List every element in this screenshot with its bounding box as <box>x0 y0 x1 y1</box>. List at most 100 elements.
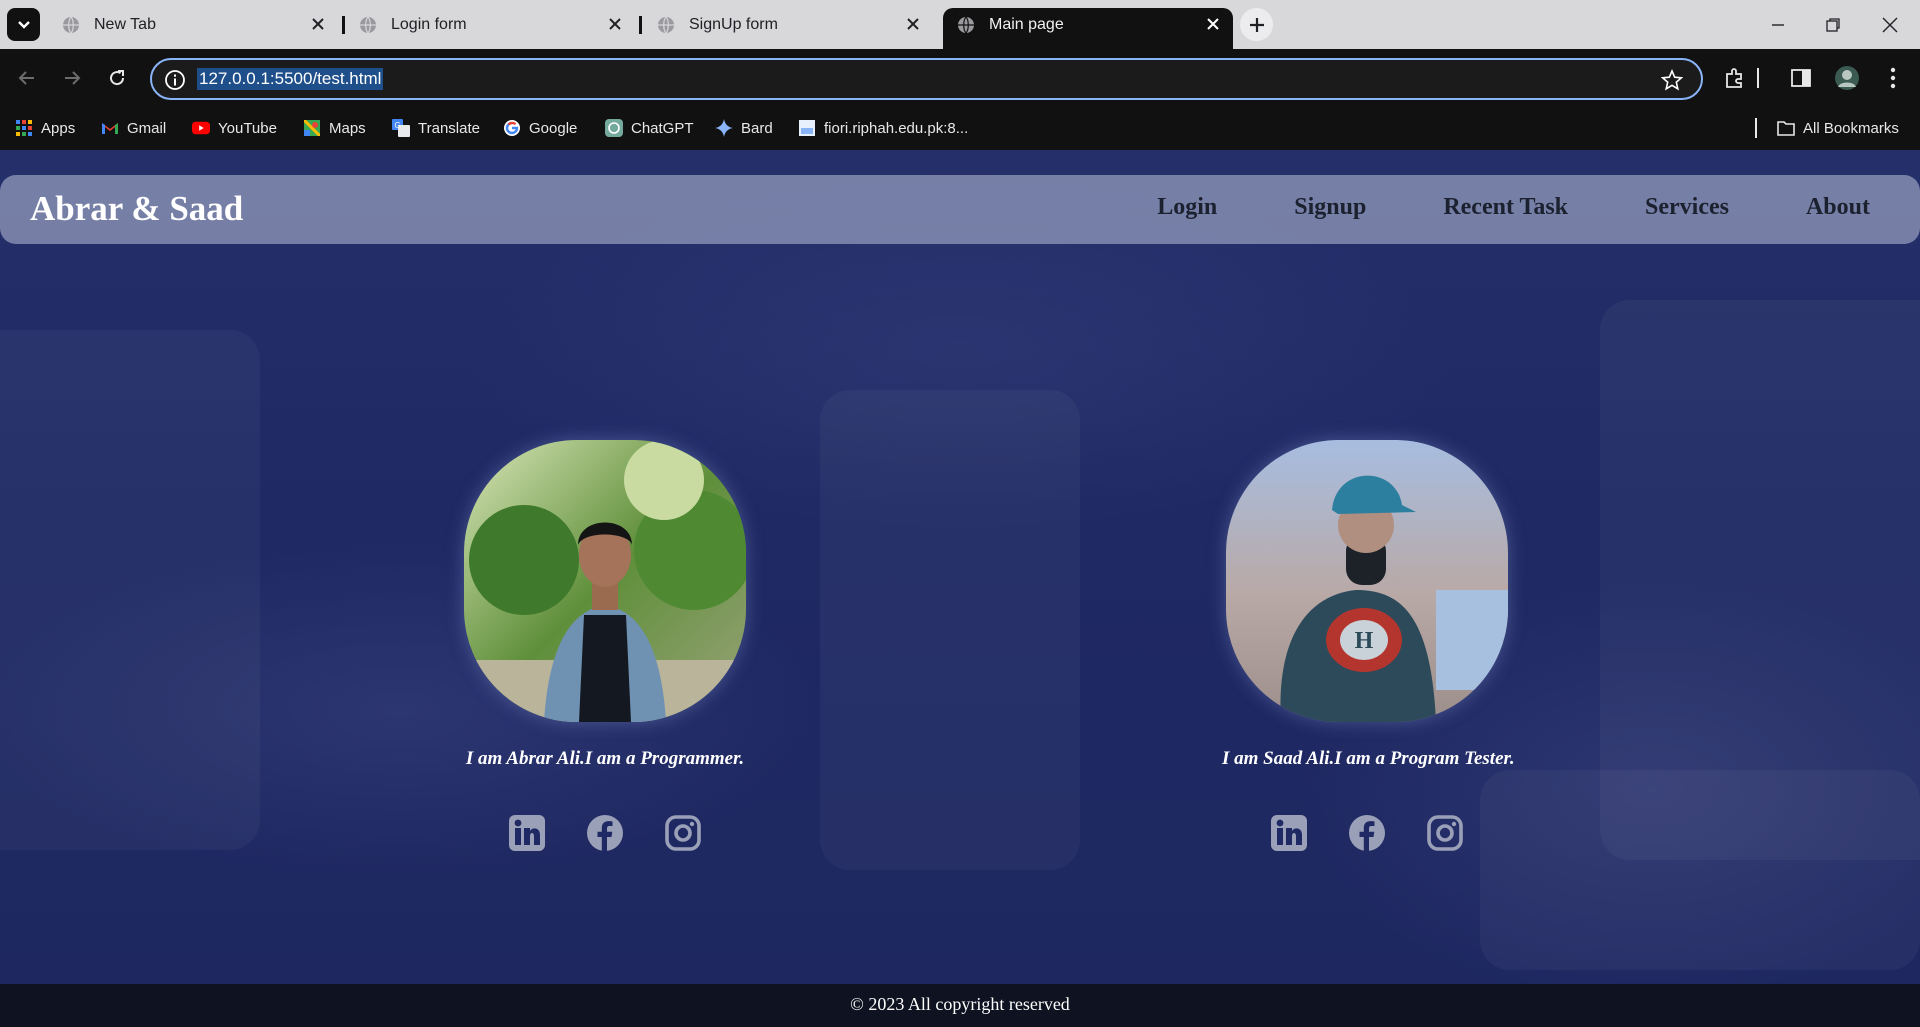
bookmark-label: Maps <box>329 119 366 137</box>
bookmark-chatgpt[interactable]: ChatGPT <box>605 116 694 140</box>
nav-services-link[interactable]: Services <box>1645 194 1729 221</box>
restore-icon <box>1826 17 1840 32</box>
profile-avatar[interactable] <box>1834 65 1860 91</box>
background-image-decoration <box>820 390 1080 870</box>
bookmark-gmail[interactable]: Gmail <box>101 116 166 140</box>
tab-login-form[interactable]: Login form <box>345 8 635 41</box>
bookmark-label: Bard <box>741 119 773 137</box>
svg-text:H: H <box>1355 628 1374 654</box>
bookmark-translate[interactable]: G Translate <box>392 116 480 140</box>
reload-button[interactable] <box>101 62 133 94</box>
bookmark-fiori[interactable]: fiori.riphah.edu.pk:8... <box>798 116 968 140</box>
globe-icon <box>359 16 377 34</box>
site-info-icon[interactable] <box>164 69 186 91</box>
translate-icon: G <box>392 119 410 137</box>
bookmark-apps[interactable]: Apps <box>15 116 75 140</box>
all-bookmarks-label: All Bookmarks <box>1803 119 1899 137</box>
copyright-text: © 2023 All copyright reserved <box>850 994 1070 1014</box>
bookmark-maps[interactable]: Maps <box>303 116 366 140</box>
bookmarks-divider <box>1755 116 1757 140</box>
bookmark-youtube[interactable]: YouTube <box>192 116 277 140</box>
tab-signup-form[interactable]: SignUp form <box>643 8 933 41</box>
reload-icon <box>110 70 125 86</box>
tab-title: New Tab <box>94 15 156 33</box>
url-text[interactable]: 127.0.0.1:5500/test.html <box>197 68 384 90</box>
extensions-icon[interactable] <box>1722 65 1748 91</box>
site-brand[interactable]: Abrar & Saad <box>30 189 243 229</box>
tab-title: SignUp form <box>689 15 778 33</box>
side-panel-icon[interactable] <box>1788 65 1814 91</box>
nav-about-link[interactable]: About <box>1806 194 1870 221</box>
tab-divider <box>639 16 642 34</box>
kebab-menu-icon[interactable] <box>1880 65 1906 91</box>
address-bar[interactable]: 127.0.0.1:5500/test.html <box>150 58 1703 100</box>
bookmark-label: Gmail <box>127 119 167 137</box>
close-window-button[interactable] <box>1870 8 1910 41</box>
profile-caption: I am Saad Ali.I am a Program Tester. <box>1222 748 1515 769</box>
chatgpt-icon <box>605 119 623 137</box>
close-icon[interactable] <box>903 14 923 34</box>
tab-new-tab[interactable]: New Tab <box>48 8 338 41</box>
toolbar-divider <box>1756 65 1760 91</box>
bookmark-label: ChatGPT <box>631 119 694 137</box>
close-icon <box>1882 17 1898 32</box>
profile-caption: I am Abrar Ali.I am a Programmer. <box>465 748 745 769</box>
nav-links: Login Signup Recent Task Services About <box>1080 194 1870 221</box>
nav-login-link[interactable]: Login <box>1157 194 1217 221</box>
minimize-icon <box>1772 23 1784 26</box>
bookmark-star-icon[interactable] <box>1660 68 1684 91</box>
linkedin-icon[interactable] <box>508 814 546 852</box>
new-tab-button[interactable] <box>1240 8 1273 41</box>
bookmark-label: Apps <box>41 119 76 137</box>
profile-card-saad: H I am Saad Ali.I am a Program Tester. <box>1222 440 1515 852</box>
tab-main-page[interactable]: Main page <box>943 8 1233 49</box>
close-icon[interactable] <box>605 14 625 34</box>
instagram-icon[interactable] <box>1426 814 1464 852</box>
background-image-decoration <box>1480 770 1920 970</box>
bookmark-google[interactable]: Google <box>503 116 577 140</box>
globe-icon <box>657 16 675 34</box>
bookmark-label: Google <box>529 119 578 137</box>
close-icon[interactable] <box>308 14 328 34</box>
back-button[interactable] <box>11 62 43 94</box>
linkedin-icon[interactable] <box>1270 814 1308 852</box>
globe-icon <box>957 16 975 34</box>
minimize-button[interactable] <box>1758 8 1798 41</box>
tab-strip: New Tab Login form SignUp form Main page <box>0 0 1920 49</box>
google-icon <box>503 119 521 137</box>
site-navbar: Abrar & Saad Login Signup Recent Task Se… <box>0 175 1920 244</box>
chevron-down-icon <box>17 20 30 29</box>
social-links <box>1222 814 1512 852</box>
restore-button[interactable] <box>1813 8 1853 41</box>
youtube-icon <box>192 119 210 137</box>
forward-button[interactable] <box>56 62 88 94</box>
browser-toolbar: 127.0.0.1:5500/test.html <box>0 49 1920 108</box>
nav-recent-task-link[interactable]: Recent Task <box>1443 194 1568 221</box>
nav-signup-link[interactable]: Signup <box>1294 194 1366 221</box>
profile-photo-abrar <box>464 440 746 722</box>
tab-search-button[interactable] <box>7 8 40 41</box>
bookmark-bard[interactable]: Bard <box>715 116 773 140</box>
maps-icon <box>303 119 321 137</box>
social-links <box>460 814 750 852</box>
page-icon <box>798 119 816 137</box>
arrow-right-icon <box>65 71 81 85</box>
arrow-left-icon <box>18 71 34 85</box>
globe-icon <box>62 16 80 34</box>
tab-title: Login form <box>391 15 467 33</box>
instagram-icon[interactable] <box>664 814 702 852</box>
apps-grid-icon <box>15 119 33 137</box>
site-footer: © 2023 All copyright reserved <box>0 984 1920 1027</box>
background-image-decoration <box>0 330 260 850</box>
close-icon[interactable] <box>1203 14 1223 34</box>
svg-text:G: G <box>395 121 401 130</box>
profile-card-abrar: I am Abrar Ali.I am a Programmer. <box>460 440 750 852</box>
facebook-icon[interactable] <box>586 814 624 852</box>
all-bookmarks-button[interactable]: All Bookmarks <box>1777 116 1899 140</box>
bard-icon <box>715 119 733 137</box>
profile-photo-saad: H <box>1226 440 1508 722</box>
gmail-icon <box>101 119 119 137</box>
plus-icon <box>1249 17 1264 32</box>
facebook-icon[interactable] <box>1348 814 1386 852</box>
folder-icon <box>1777 119 1795 137</box>
